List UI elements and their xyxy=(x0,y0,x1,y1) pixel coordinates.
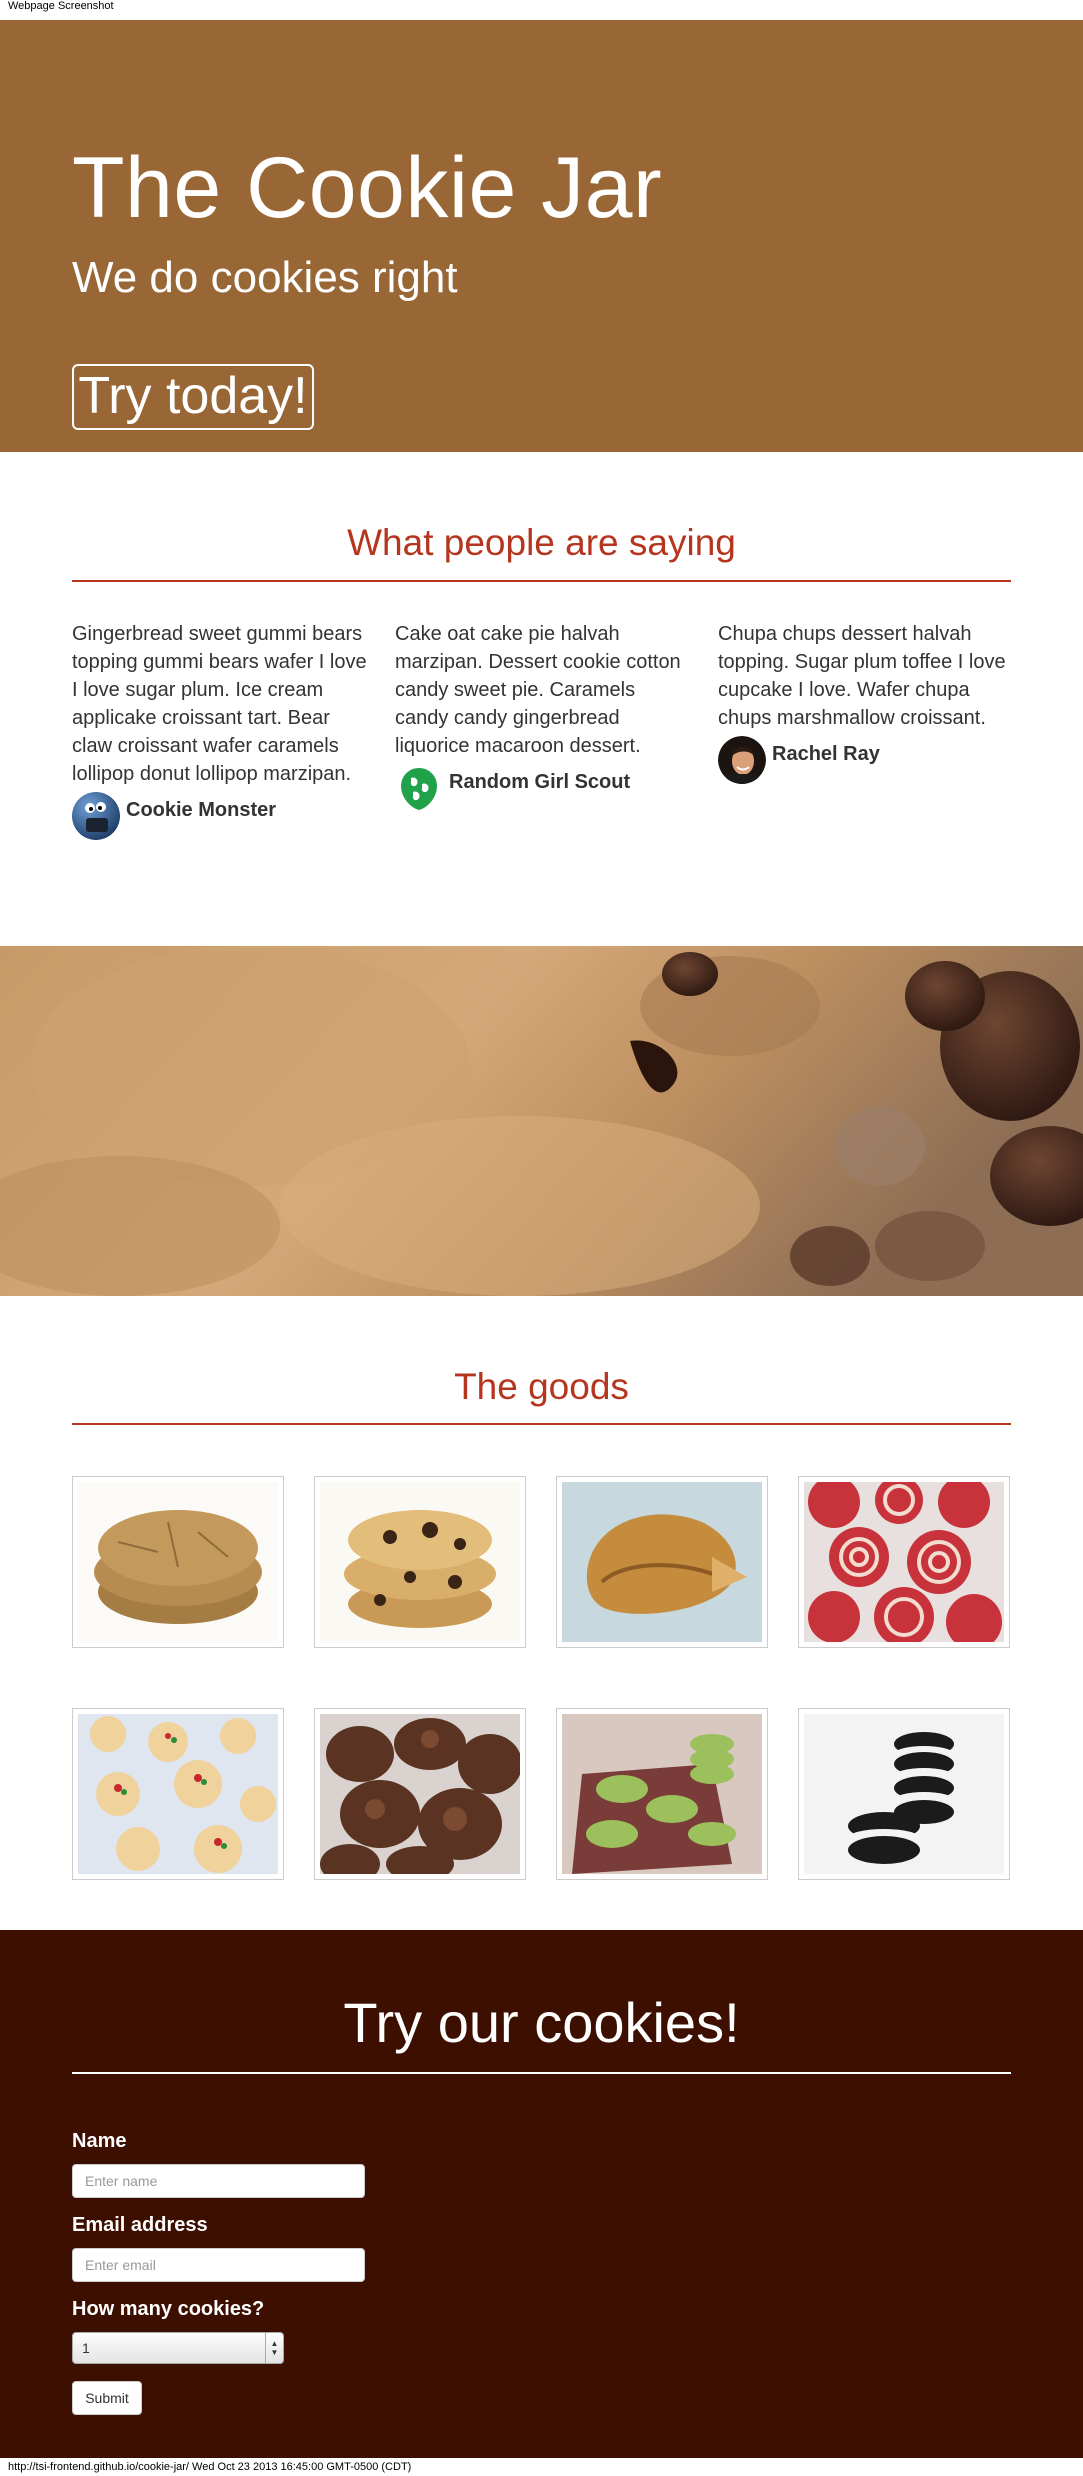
testimonial-author: Rachel Ray xyxy=(718,736,1014,788)
testimonial-author-name: Cookie Monster xyxy=(126,799,277,821)
testimonial-quote: Gingerbread sweet gummi bears topping gu… xyxy=(72,623,367,785)
hero-subtitle: We do cookies right xyxy=(72,253,458,302)
hero-title: The Cookie Jar xyxy=(72,140,663,236)
email-input[interactable] xyxy=(72,2248,365,2282)
cookie-count-value: 1 xyxy=(82,2340,90,2356)
testimonial-quote: Cake oat cake pie halvah marzipan. Desse… xyxy=(395,623,681,757)
capture-header-label: Webpage Screenshot xyxy=(0,0,1083,20)
testimonial-author: Cookie Monster xyxy=(72,792,368,844)
double-chocolate-cookies-photo[interactable] xyxy=(314,1708,526,1880)
try-today-button[interactable]: Try today! xyxy=(72,364,314,430)
capture-footer-label: http://tsi-frontend.github.io/cookie-jar… xyxy=(8,2461,412,2473)
rachel-ray-avatar-icon xyxy=(718,736,766,784)
testimonial-card: Gingerbread sweet gummi bears topping gu… xyxy=(72,620,368,844)
testimonial-author: Random Girl Scout xyxy=(395,764,691,816)
pinwheel-cookies-photo[interactable] xyxy=(798,1476,1010,1648)
cookie-monster-avatar-icon xyxy=(72,792,120,840)
email-label: Email address xyxy=(72,2214,208,2236)
testimonial-card: Chupa chups dessert halvah topping. Suga… xyxy=(718,620,1014,788)
submit-button[interactable]: Submit xyxy=(72,2381,142,2415)
cookie-count-select[interactable]: 1 ▲ ▼ xyxy=(72,2332,284,2364)
testimonial-author-name: Rachel Ray xyxy=(772,743,880,765)
testimonials-heading: What people are saying xyxy=(347,522,736,563)
cookie-count-label: How many cookies? xyxy=(72,2298,265,2320)
testimonial-author-name: Random Girl Scout xyxy=(449,771,631,793)
testimonials-divider xyxy=(72,580,1011,582)
matcha-cookies-photo[interactable] xyxy=(556,1708,768,1880)
spritz-cookies-photo[interactable] xyxy=(72,1708,284,1880)
oreo-cookies-photo[interactable] xyxy=(798,1708,1010,1880)
testimonial-quote: Chupa chups dessert halvah topping. Suga… xyxy=(718,623,1006,729)
testimonial-card: Cake oat cake pie halvah marzipan. Desse… xyxy=(395,620,691,816)
girl-scout-trefoil-icon xyxy=(395,764,443,812)
cookie-closeup-banner xyxy=(0,946,1083,1296)
name-label: Name xyxy=(72,2130,127,2152)
order-form-heading: Try our cookies! xyxy=(343,1991,740,2054)
chocolate-chip-cookies-photo[interactable] xyxy=(314,1476,526,1648)
goods-heading: The goods xyxy=(454,1366,629,1407)
order-form-divider xyxy=(72,2072,1011,2074)
hero-section: The Cookie Jar We do cookies right Try t… xyxy=(0,20,1083,452)
select-arrows-icon: ▲ ▼ xyxy=(265,2333,283,2363)
goods-divider xyxy=(72,1423,1011,1425)
order-form-section: Try our cookies! Name Email address How … xyxy=(0,1930,1083,2458)
fortune-cookie-photo[interactable] xyxy=(556,1476,768,1648)
name-input[interactable] xyxy=(72,2164,365,2198)
ginger-snap-cookies-photo[interactable] xyxy=(72,1476,284,1648)
